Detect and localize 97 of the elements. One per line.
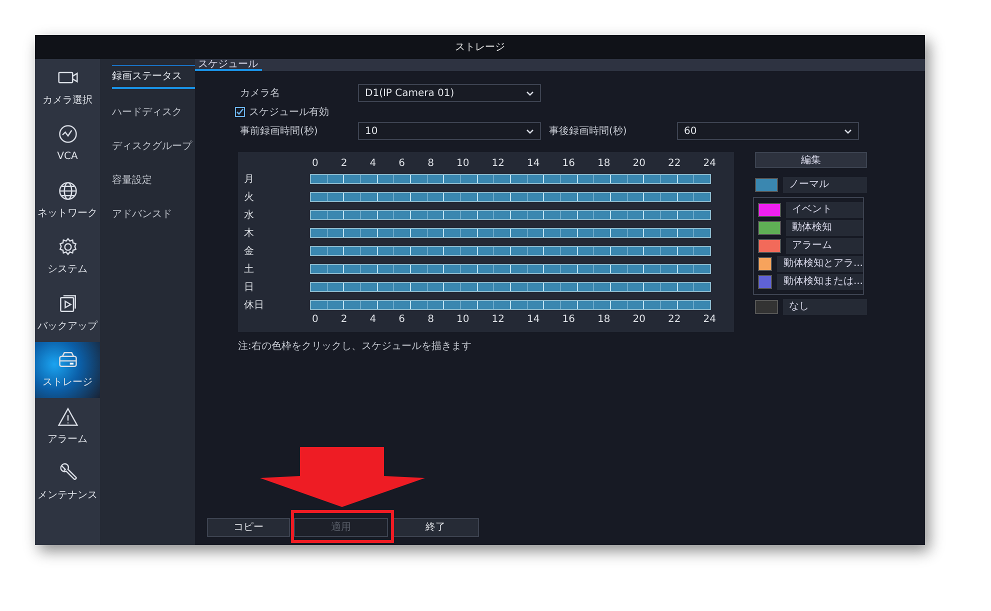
- legend-label: なし: [783, 299, 867, 315]
- legend-label: 動体検知とアラ...: [777, 256, 863, 272]
- hour-label: 10: [456, 158, 470, 170]
- hour-label: 0: [312, 158, 318, 170]
- hour-label: 12: [492, 314, 504, 326]
- sidebar-label: VCA: [57, 150, 78, 164]
- hour-label: 14: [526, 158, 540, 170]
- day-label: 月: [244, 172, 255, 186]
- schedule-bar[interactable]: [310, 300, 711, 310]
- sidebar-item[interactable]: メンテナンス: [35, 454, 100, 511]
- hour-label: 0: [312, 314, 318, 326]
- submenu-item[interactable]: ハードディスク: [112, 102, 195, 123]
- schedule-checkbox[interactable]: スケジュール有効: [235, 105, 925, 119]
- schedule-bar[interactable]: [310, 282, 711, 292]
- globe-icon: [56, 180, 78, 202]
- schedule-bar[interactable]: [310, 174, 711, 184]
- schedule-bar[interactable]: [310, 228, 711, 238]
- hour-label: 4: [370, 158, 376, 170]
- hour-label: 8: [428, 158, 434, 170]
- submenu-item[interactable]: 容量設定: [112, 170, 195, 191]
- color-swatch[interactable]: [758, 257, 772, 271]
- sidebar-item[interactable]: カメラ選択: [35, 59, 100, 116]
- color-swatch[interactable]: [758, 203, 781, 217]
- footer-button[interactable]: コピー: [207, 518, 290, 537]
- sidebar-item[interactable]: ストレージ: [35, 342, 100, 398]
- field-label: 事前録画時間(秒): [240, 124, 319, 138]
- day-label: 木: [244, 226, 255, 240]
- color-swatch[interactable]: [758, 275, 772, 289]
- legend-label: ノーマル: [783, 177, 867, 193]
- hour-label: 8: [428, 314, 434, 326]
- chevron-icon: [526, 128, 534, 134]
- chart-circle-icon: [56, 123, 78, 146]
- color-swatch[interactable]: [758, 221, 781, 235]
- chevron-icon: [526, 90, 534, 96]
- schedule-bar[interactable]: [310, 192, 711, 202]
- hour-label: 16: [562, 158, 575, 170]
- legend-label: イベント: [786, 202, 863, 218]
- field-label: カメラ名: [240, 86, 281, 100]
- hour-label: 6: [398, 158, 406, 170]
- tab[interactable]: スケジュール: [195, 59, 262, 71]
- sidebar-label: カメラ選択: [42, 94, 92, 108]
- hour-label: 12: [492, 158, 504, 170]
- color-swatch[interactable]: [755, 300, 778, 314]
- sidebar-label: システム: [48, 263, 88, 278]
- sidebar-item[interactable]: システム: [35, 228, 100, 285]
- schedule-bar[interactable]: [310, 210, 711, 220]
- day-label: 火: [244, 190, 255, 204]
- legend-label: アラーム: [786, 238, 863, 254]
- legend-label: 動体検知または...: [777, 274, 863, 290]
- sidebar-label: ストレージ: [42, 376, 92, 390]
- hour-label: 24: [703, 158, 716, 170]
- camera-dropdown[interactable]: D1(IP Camera 01): [358, 84, 541, 102]
- footer-button[interactable]: 終了: [392, 518, 479, 537]
- hour-label: 24: [703, 314, 716, 326]
- edit-button[interactable]: 編集: [755, 152, 867, 168]
- hour-label: 14: [526, 314, 540, 326]
- sidebar-item[interactable]: ネットワーク: [35, 172, 100, 228]
- hint-text: 注:右の色枠をクリックし、スケジュールを描きます: [238, 340, 472, 354]
- day-label: 水: [244, 208, 255, 222]
- window-title: ストレージ: [35, 35, 925, 59]
- sidebar-label: バックアップ: [38, 320, 98, 334]
- legend-label: 動体検知: [786, 220, 863, 236]
- day-label: 金: [244, 244, 255, 258]
- sidebar-label: アラーム: [48, 432, 88, 447]
- field-label: 事後録画時間(秒): [548, 124, 628, 138]
- sidebar-label: メンテナンス: [38, 489, 98, 504]
- color-swatch[interactable]: [758, 239, 781, 253]
- sidebar-item[interactable]: VCA: [35, 116, 100, 172]
- day-label: 休日: [244, 298, 265, 312]
- hour-label: 18: [597, 314, 610, 326]
- schedule-bar[interactable]: [310, 246, 711, 256]
- checkbox[interactable]: [235, 107, 245, 117]
- color-swatch[interactable]: [755, 178, 778, 192]
- submenu-item[interactable]: アドバンスド: [112, 204, 195, 225]
- hour-label: 2: [340, 158, 348, 170]
- schedule-bar[interactable]: [310, 264, 711, 274]
- sidebar-item[interactable]: バックアップ: [35, 285, 100, 342]
- post-record-dropdown[interactable]: 60: [677, 122, 859, 140]
- hour-label: 10: [456, 314, 470, 326]
- hour-label: 4: [370, 314, 376, 326]
- pre-record-dropdown[interactable]: 10: [358, 122, 541, 140]
- day-label: 土: [244, 262, 255, 276]
- sidebar-item[interactable]: アラーム: [35, 398, 100, 454]
- chevron-icon: [844, 128, 852, 134]
- submenu-item[interactable]: 録画ステータス: [112, 65, 195, 89]
- day-label: 日: [244, 280, 255, 294]
- hour-label: 22: [668, 314, 681, 326]
- hour-label: 20: [632, 158, 646, 170]
- hour-label: 2: [340, 314, 348, 326]
- warning-icon: [56, 406, 78, 428]
- hour-label: 18: [597, 158, 610, 170]
- hour-label: 6: [398, 314, 406, 326]
- hour-label: 16: [562, 314, 575, 326]
- hour-label: 22: [668, 158, 681, 170]
- hour-label: 20: [632, 314, 646, 326]
- sidebar-label: ネットワーク: [38, 206, 98, 221]
- submenu-item[interactable]: ディスクグループ: [112, 136, 195, 157]
